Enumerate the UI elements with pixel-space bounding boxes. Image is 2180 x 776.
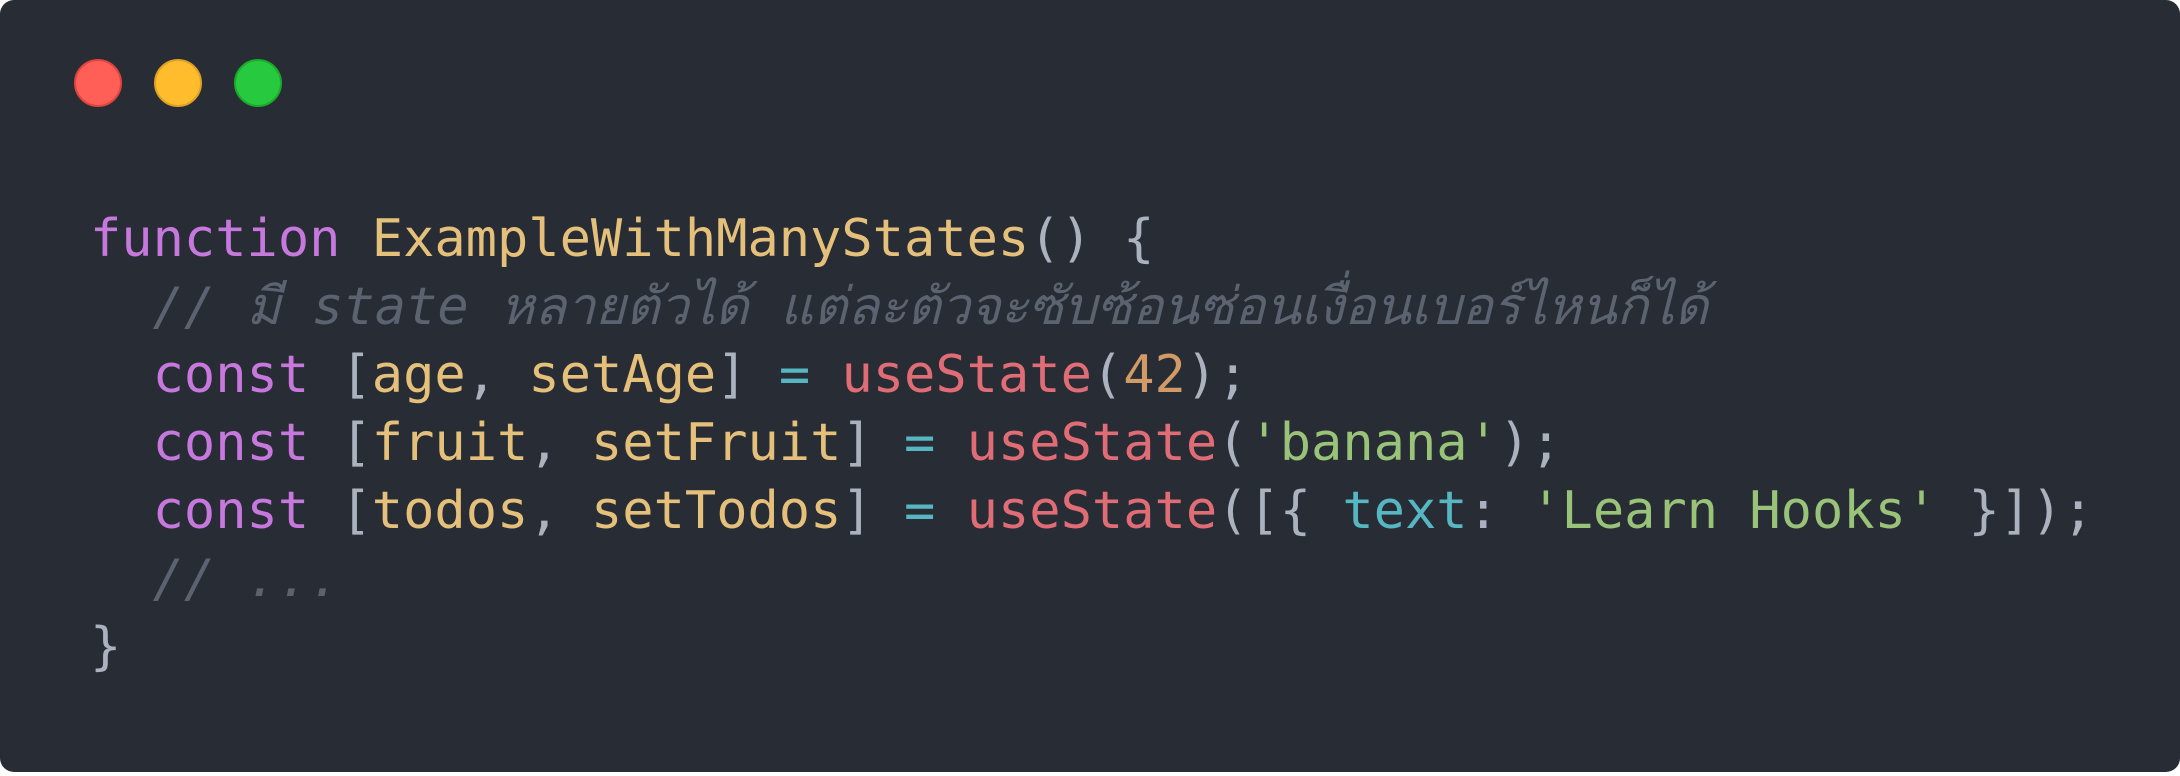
statement-end: }]); (1968, 481, 2094, 541)
minimize-button[interactable] (154, 59, 202, 107)
state-variable: age (371, 345, 466, 405)
code-line-1: function ExampleWithManyStates() { (90, 205, 2094, 273)
code-line-7: } (90, 613, 2094, 681)
bracket-open: [ (340, 413, 372, 473)
paren-open: ( (1091, 345, 1124, 405)
state-setter: setFruit (590, 413, 842, 473)
state-setter: setAge (528, 345, 717, 405)
assign-operator: = (904, 481, 936, 541)
state-variable: todos (371, 481, 529, 541)
bracket-open: [ (340, 345, 372, 405)
function-name: ExampleWithManyStates (371, 209, 1030, 269)
keyword-const: const (152, 345, 310, 405)
bracket-close: ] (716, 345, 748, 405)
assign-operator: = (904, 413, 936, 473)
usestate-call: useState (966, 413, 1218, 473)
usestate-call: useState (841, 345, 1092, 405)
code-line-3: const [age, setAge] = useState(42); (90, 341, 2094, 409)
closing-brace: } (90, 617, 122, 677)
code-line-4: const [fruit, setFruit] = useState('bana… (90, 409, 2094, 477)
assign-operator: = (778, 345, 811, 405)
keyword-function: function (90, 209, 341, 269)
state-variable: fruit (371, 413, 529, 473)
code-line-2: // มี state หลายตัวได้ แต่ละตัวจะซับซ้อน… (90, 273, 2094, 341)
thai-comment: // มี state หลายตัวได้ แต่ละตัวจะซับซ้อน… (152, 277, 1709, 337)
comma: , (528, 481, 560, 541)
code-block: function ExampleWithManyStates() { // มี… (90, 205, 2094, 681)
bracket-close: ] (841, 481, 873, 541)
code-line-6: // ... (90, 545, 2094, 613)
window-controls (74, 59, 282, 107)
paren-open: ( (1217, 413, 1249, 473)
usestate-call: useState (966, 481, 1218, 541)
keyword-const: const (152, 481, 310, 541)
zoom-button[interactable] (234, 59, 282, 107)
bracket-open: [ (340, 481, 372, 541)
code-window: function ExampleWithManyStates() { // มี… (0, 0, 2180, 772)
ellipsis-comment: // ... (152, 549, 341, 609)
close-button[interactable] (74, 59, 122, 107)
comma: , (528, 413, 560, 473)
statement-end: ); (1498, 413, 1562, 473)
colon: : (1467, 481, 1499, 541)
state-setter: setTodos (590, 481, 842, 541)
function-parens: () { (1029, 209, 1155, 269)
comma: , (465, 345, 498, 405)
initial-value: 'Learn Hooks' (1530, 481, 1938, 541)
object-key: text (1342, 481, 1468, 541)
paren-open: ([{ (1217, 481, 1312, 541)
code-line-5: const [todos, setTodos] = useState([{ te… (90, 477, 2094, 545)
initial-value: 'banana' (1248, 413, 1499, 473)
initial-value: 42 (1123, 345, 1186, 405)
bracket-close: ] (841, 413, 873, 473)
keyword-const: const (152, 413, 310, 473)
statement-end: ); (1185, 345, 1249, 405)
